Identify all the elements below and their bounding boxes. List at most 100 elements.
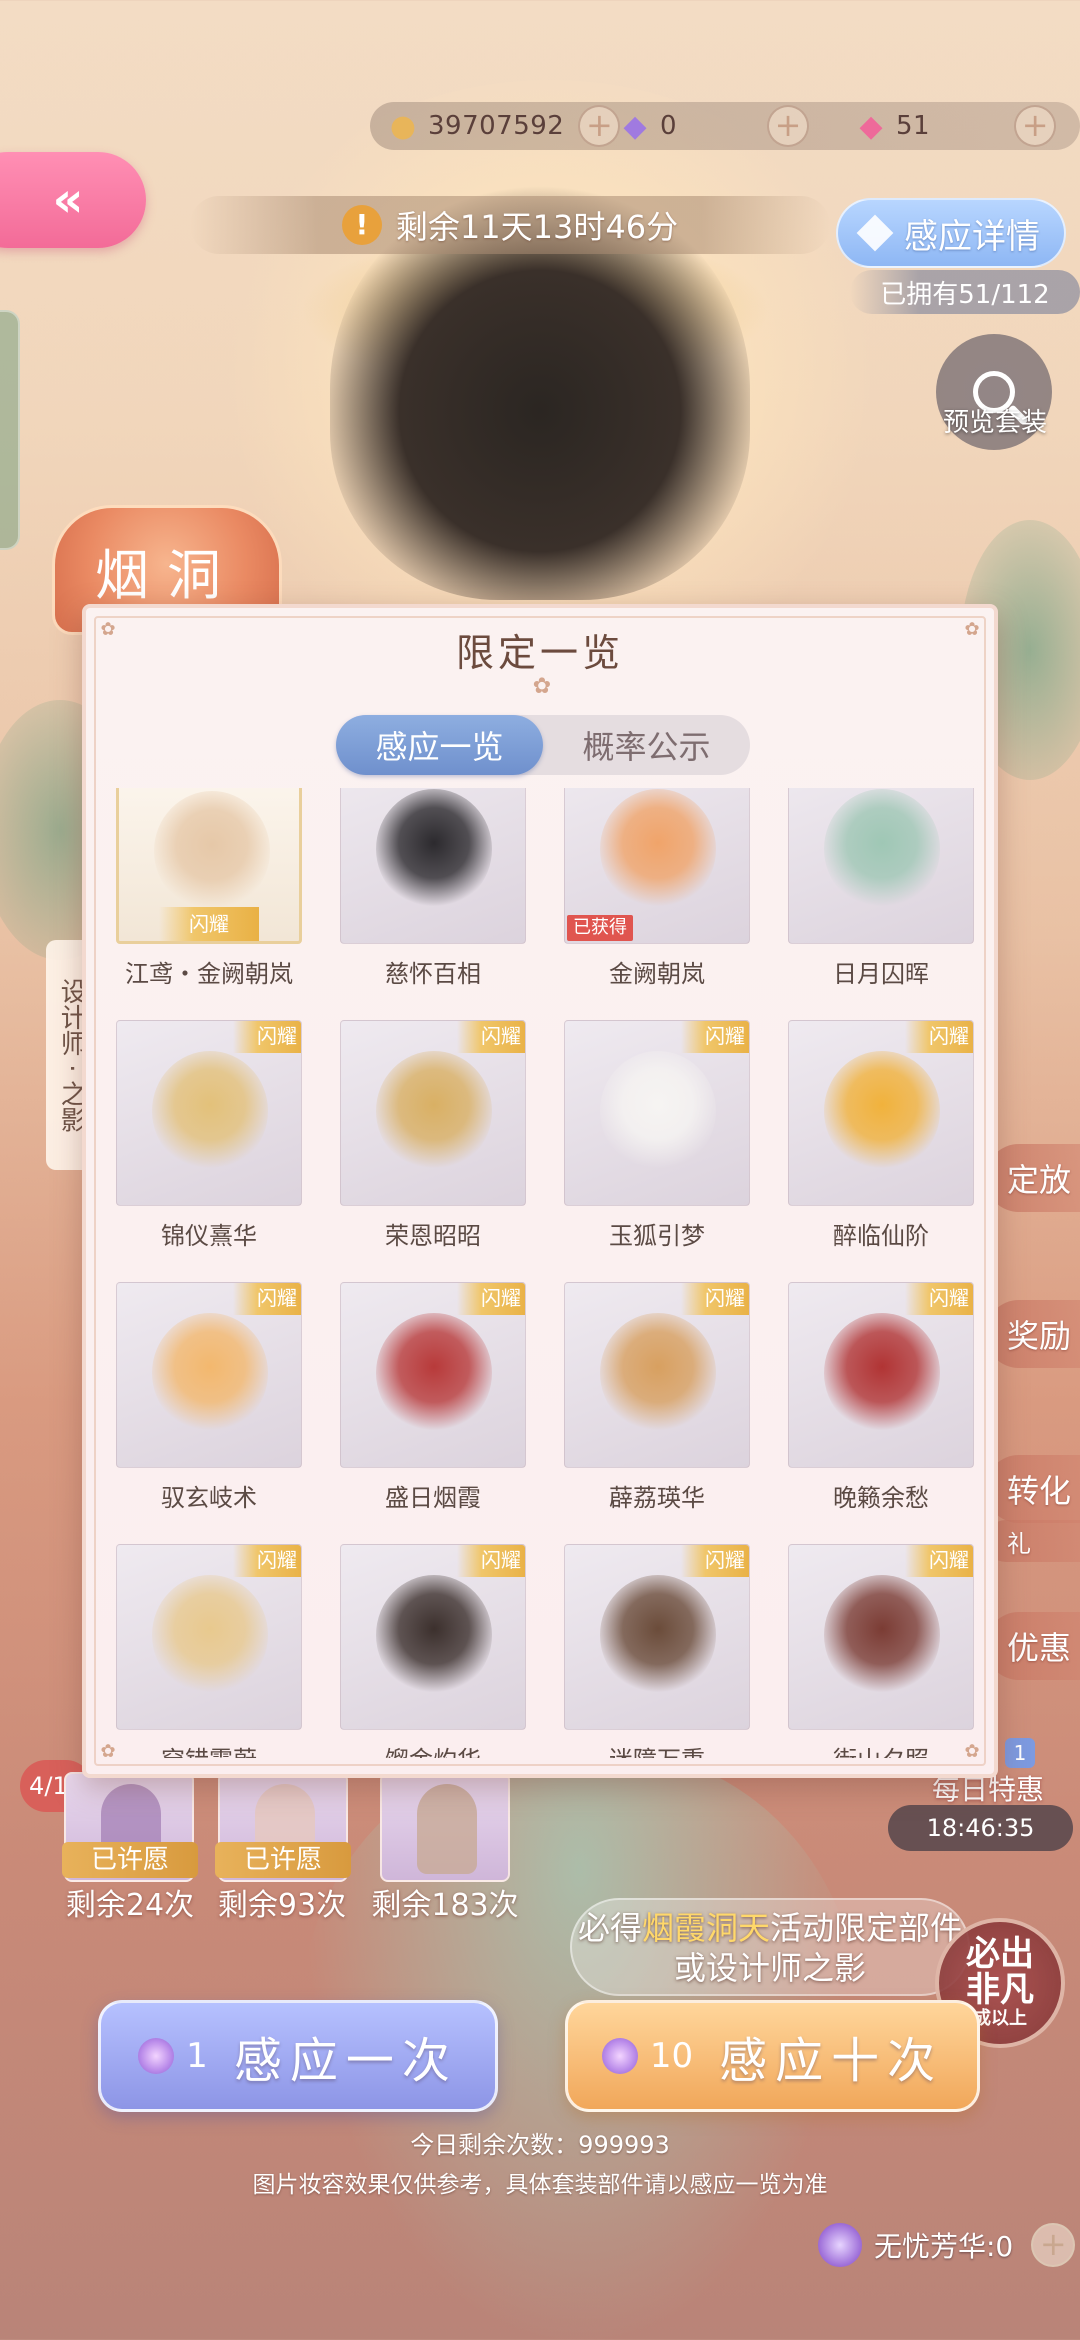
add-gold-button[interactable]: + (578, 105, 621, 147)
shine-rarity-ribbon: 闪耀 (905, 1283, 973, 1315)
item-card[interactable]: 闪耀 (788, 1282, 974, 1468)
detail-button[interactable]: 感应详情 (836, 198, 1066, 268)
shine-rarity-ribbon: 闪耀 (457, 1283, 525, 1315)
right-menu-item-0[interactable]: 定放 (985, 1144, 1080, 1212)
item-artwork (154, 791, 270, 911)
shine-rarity-ribbon: 闪耀 (233, 1283, 301, 1315)
disclaimer-text: 图片妆容效果仅供参考，具体套装部件请以感应一览为准 (252, 2172, 828, 2198)
item-name: 薜荔瑛华 (609, 1484, 705, 1512)
add-blue-diamond-button[interactable]: + (767, 105, 810, 147)
item-grid-viewport[interactable]: 闪耀 江鸢・金阙朝岚 慈怀百相 已获得 金阙朝岚 日月囚晖 闪耀 锦仪熹华 闪耀 荣恩昭昭 闪耀 玉狐… (86, 788, 994, 1758)
item-artwork (824, 1313, 940, 1433)
blue-diamond-resource: ◆ 0 + (616, 104, 810, 148)
item-card[interactable] (788, 788, 974, 944)
shine-rarity-ribbon: 闪耀 (905, 1545, 973, 1577)
pink-diamond-resource: ◆ 51 + (852, 104, 1057, 148)
item-card[interactable]: 闪耀 (116, 1282, 302, 1468)
item-artwork (376, 1575, 492, 1695)
item-artwork (376, 1051, 492, 1171)
shine-rarity-ribbon: 闪耀 (681, 1545, 749, 1577)
diamond-icon (856, 214, 894, 252)
item-artwork (600, 789, 716, 909)
add-pink-diamond-button[interactable]: + (1014, 105, 1057, 147)
item-artwork (600, 1313, 716, 1433)
item-artwork (600, 1575, 716, 1695)
remaining-draws: 今日剩余次数：999993 (410, 2131, 670, 2159)
item-artwork (152, 1051, 268, 1171)
draw-ten-label: 感应十次 (719, 2033, 944, 2089)
item-artwork (824, 1051, 940, 1171)
item-artwork (600, 1051, 716, 1171)
item-card[interactable]: 闪耀 (116, 788, 302, 944)
item-name: 日月囚晖 (833, 960, 929, 988)
guarantee-line-2: 或设计师之影 (673, 1949, 866, 1987)
right-menu-item-3[interactable]: 礼 (985, 1520, 1080, 1562)
exclamation-icon: ! (341, 205, 382, 245)
item-artwork (824, 1575, 940, 1695)
item-card[interactable]: 闪耀 (788, 1020, 974, 1206)
right-menu-label: 定放 (1007, 1161, 1072, 1199)
pink-diamond-icon: ◆ (859, 108, 883, 144)
draw-once-button[interactable]: 1 感应一次 (98, 2000, 498, 2112)
wuyou-value: 无忧芳华:0 (874, 2230, 1014, 2263)
item-card[interactable]: 闪耀 (116, 1020, 302, 1206)
item-card[interactable]: 闪耀 (340, 1020, 526, 1206)
guarantee-bubble: 必得烟霞洞天活动限定部件 或设计师之影 (570, 1898, 970, 1996)
item-artwork (376, 789, 492, 909)
shine-rarity-ribbon: 闪耀 (681, 1283, 749, 1315)
right-menu-label: 奖励 (1007, 1317, 1072, 1355)
modal-tabs: 感应一览 概率公示 (336, 715, 750, 775)
tab-probability[interactable]: 概率公示 (543, 715, 750, 775)
item-artwork (824, 789, 940, 909)
item-name: 金阙朝岚 (609, 960, 705, 988)
wuyou-resource: 无忧芳华:0 + (818, 2220, 1076, 2270)
right-menu-item-4[interactable]: 优惠 (985, 1612, 1080, 1680)
draw-ten-button[interactable]: 10 感应十次 (565, 2000, 980, 2112)
item-card[interactable] (340, 788, 526, 944)
item-card[interactable]: 闪耀 (116, 1544, 302, 1730)
shine-rarity-ribbon: 闪耀 (159, 907, 259, 941)
right-menu-label: 优惠 (1007, 1629, 1072, 1667)
crystal-icon (601, 2038, 638, 2074)
right-menu-label: 转化 (1007, 1472, 1072, 1510)
double-chevron-left-icon: « (52, 172, 84, 228)
item-name: 迷障万重 (544, 1740, 770, 1758)
back-button[interactable]: « (0, 152, 146, 248)
wish-slot-3[interactable] (380, 1772, 510, 1882)
cat-coin-icon: ● (389, 108, 417, 144)
pink-diamond-value: 51 (896, 111, 931, 141)
item-name: 慈怀百相 (385, 960, 481, 988)
item-name: 穿错霞蔚 (96, 1740, 322, 1758)
crystal-icon (818, 2223, 862, 2267)
draw-once-cost: 1 (186, 2036, 208, 2076)
right-menu-item-2[interactable]: 转化 (985, 1455, 1080, 1523)
item-card[interactable]: 已获得 (564, 788, 750, 944)
item-card[interactable]: 闪耀 (564, 1544, 750, 1730)
gold-value: 39707592 (428, 111, 565, 141)
shine-rarity-ribbon: 闪耀 (233, 1021, 301, 1053)
wish-remaining-count: 剩余183次 (371, 1888, 519, 1923)
shine-rarity-ribbon: 闪耀 (905, 1021, 973, 1053)
right-menu-label: 礼 (1007, 1529, 1031, 1558)
event-timer: ! 剩余11天13时46分 (190, 196, 830, 254)
modal-title: 限定一览 (455, 631, 624, 675)
limited-items-modal: ✿ ✿ ✿ ✿ 限定一览 ✿ 感应一览 概率公示 闪耀 江鸢・金阙朝岚 慈怀百相 已获… (82, 604, 998, 1778)
left-side-tab[interactable] (0, 310, 20, 550)
right-menu-item-1[interactable]: 奖励 (985, 1300, 1080, 1368)
wish-status-tag: 已许愿 (62, 1842, 198, 1878)
item-card[interactable]: 闪耀 (564, 1282, 750, 1468)
item-card[interactable]: 闪耀 (788, 1544, 974, 1730)
gold-resource: ● 39707592 + (384, 104, 621, 148)
owned-count: 已拥有51/112 (850, 270, 1080, 314)
item-name: 晚籁余愁 (833, 1484, 929, 1512)
wish-figure (417, 1784, 477, 1874)
item-card[interactable]: 闪耀 (564, 1020, 750, 1206)
item-card[interactable]: 闪耀 (340, 1282, 526, 1468)
seal-sub-text: 成以上 (973, 2008, 1027, 2030)
tab-draw-list[interactable]: 感应一览 (336, 715, 543, 775)
add-wuyou-button[interactable]: + (1031, 2223, 1076, 2267)
item-name: 醉临仙阶 (833, 1222, 929, 1250)
detail-button-label: 感应详情 (904, 216, 1040, 257)
item-card[interactable]: 闪耀 (340, 1544, 526, 1730)
preview-suit-label: 预览套装 (942, 408, 1047, 438)
